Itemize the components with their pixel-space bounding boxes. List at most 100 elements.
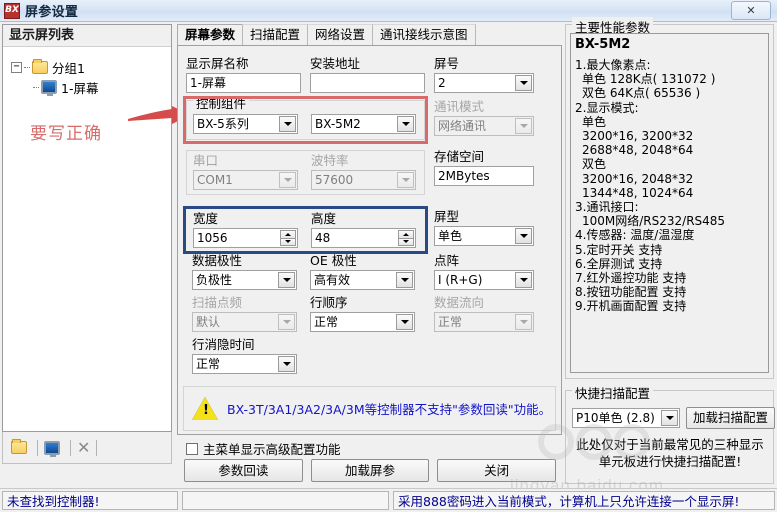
open-folder-icon[interactable] [11, 439, 27, 454]
warning-message: BX-3T/3A1/3A2/3A/3M等控制器不支持"参数回读"功能。 [227, 402, 552, 417]
chevron-down-icon [397, 172, 414, 188]
delete-screen-icon[interactable]: ✕ [77, 439, 90, 456]
close-button[interactable]: 关闭 [437, 459, 557, 482]
baud-rate-label: 波特率 [311, 153, 349, 168]
control-series-combo[interactable]: BX-5系列 [193, 114, 298, 134]
chevron-down-icon [515, 118, 532, 134]
tree-item-group[interactable]: − 分组1 [11, 57, 171, 77]
screen-parameters-form: 显示屏名称 1-屏幕 安装地址 屏号 2 控制组件 BX-5系列 BX-5M2 [177, 45, 562, 482]
screen-type-combo[interactable]: 单色 [434, 226, 534, 246]
serial-port-value: COM1 [197, 173, 233, 187]
row-blank-time-combo[interactable]: 正常 [192, 354, 297, 374]
quick-scan-config-group: 快捷扫描配置 P10单色 (2.8) 加载扫描配置 此处仅对于当前最常见的三种显… [565, 383, 776, 484]
chevron-down-icon[interactable] [515, 228, 532, 244]
perf-line: 单色 128K点( 131072 ) [582, 72, 716, 87]
oe-polarity-combo[interactable]: 高有效 [310, 270, 415, 290]
read-parameters-button[interactable]: 参数回读 [184, 459, 303, 482]
chevron-down-icon[interactable] [661, 410, 678, 426]
load-parameters-button[interactable]: 加载屏参 [310, 459, 430, 482]
tab-strip: 屏幕参数 扫描配置 网络设置 通讯接线示意图 [177, 24, 562, 45]
screen-name-input[interactable]: 1-屏幕 [186, 73, 301, 93]
field-storage-space: 存储空间 2MBytes [434, 149, 534, 186]
tab-network-settings[interactable]: 网络设置 [307, 24, 374, 45]
comm-mode-value: 网络通讯 [438, 119, 487, 133]
screen-type-label: 屏型 [434, 209, 460, 224]
warning-box: BX-3T/3A1/3A2/3A/3M等控制器不支持"参数回读"功能。 [183, 386, 556, 431]
advanced-config-checkbox[interactable] [186, 442, 198, 455]
field-row-blank-time: 行消隐时间 正常 [192, 337, 297, 374]
chevron-down-icon[interactable] [278, 272, 295, 288]
data-polarity-value: 负极性 [196, 273, 233, 287]
screen-list-header: 显示屏列表 [3, 25, 171, 47]
width-stepper[interactable] [280, 230, 296, 246]
dot-matrix-combo[interactable]: I (R+G) [434, 270, 534, 290]
field-screen-name: 显示屏名称 1-屏幕 [186, 56, 301, 93]
row-order-label: 行顺序 [310, 295, 348, 310]
field-data-flow: 数据流向 正常 [434, 295, 534, 332]
chevron-down-icon[interactable] [515, 272, 532, 288]
comm-mode-label: 通讯模式 [434, 99, 485, 114]
tab-scan-config[interactable]: 扫描配置 [242, 24, 309, 45]
install-address-input[interactable] [310, 73, 425, 93]
scan-preset-combo[interactable]: P10单色 (2.8) [572, 408, 680, 428]
oe-polarity-value: 高有效 [314, 273, 351, 287]
status-right: 采用888密码进入当前模式，计算机上只允许连接一个显示屏! [393, 491, 775, 510]
field-width: 宽度 1056 [193, 211, 298, 248]
field-scan-frequency: 扫描点频 默认 [192, 295, 297, 332]
oe-polarity-label: OE 极性 [310, 253, 357, 268]
expander-collapse-icon[interactable]: − [11, 61, 22, 73]
right-panel: 主要性能参数 BX-5M2 1.最大像素点: 单色 128K点( 131072 … [565, 17, 776, 484]
tab-screen-parameters[interactable]: 屏幕参数 [177, 24, 244, 45]
field-serial-port: 串口 COM1 [193, 153, 298, 190]
tree-item-group-label: 分组1 [52, 60, 85, 76]
height-label: 高度 [311, 211, 337, 226]
load-scan-config-button[interactable]: 加载扫描配置 [686, 407, 776, 429]
control-model-combo[interactable]: BX-5M2 [311, 114, 416, 134]
serial-port-combo: COM1 [193, 170, 298, 190]
size-group: 宽度 1056 高度 48 [186, 208, 425, 252]
close-window-button[interactable]: ✕ [731, 1, 771, 20]
row-blank-time-label: 行消隐时间 [192, 337, 255, 352]
tree-item-screen-label: 1-屏幕 [61, 80, 99, 96]
perf-line: 4.传感器: 温度/温湿度 [575, 228, 695, 243]
baud-rate-value: 57600 [315, 173, 354, 187]
chevron-down-icon[interactable] [279, 116, 296, 132]
advanced-config-checkbox-row[interactable]: 主菜单显示高级配置功能 [186, 439, 341, 458]
storage-space-input[interactable]: 2MBytes [434, 166, 534, 186]
window-title: 屏参设置 [25, 5, 79, 20]
form-button-row: 参数回读 加载屏参 关闭 [184, 459, 557, 482]
width-value: 1056 [197, 231, 228, 245]
perf-line: 6.全屏测试 支持 [575, 256, 663, 271]
add-screen-icon[interactable] [44, 440, 60, 457]
dot-matrix-label: 点阵 [434, 253, 460, 268]
tree-item-screen[interactable]: 1-屏幕 [11, 77, 171, 97]
perf-line: 1344*48, 1024*64 [582, 185, 694, 200]
tab-comm-wiring-diagram[interactable]: 通讯接线示意图 [372, 24, 476, 45]
perf-line: 7.红外遥控功能 支持 [575, 271, 687, 286]
monitor-icon [41, 80, 57, 96]
screen-number-combo[interactable]: 2 [434, 73, 534, 93]
field-install-address: 安装地址 [310, 56, 425, 93]
screen-number-label: 屏号 [434, 56, 460, 71]
row-blank-time-value: 正常 [196, 357, 221, 371]
data-flow-value: 正常 [438, 315, 463, 329]
width-input[interactable]: 1056 [193, 228, 298, 248]
data-polarity-label: 数据极性 [192, 253, 243, 268]
scan-frequency-combo: 默认 [192, 312, 297, 332]
height-input[interactable]: 48 [311, 228, 416, 248]
chevron-down-icon[interactable] [515, 75, 532, 91]
chevron-down-icon[interactable] [397, 116, 414, 132]
control-model-value: BX-5M2 [315, 117, 361, 131]
chevron-down-icon[interactable] [396, 272, 413, 288]
row-order-combo[interactable]: 正常 [310, 312, 415, 332]
scan-frequency-value: 默认 [196, 315, 221, 329]
chevron-down-icon[interactable] [278, 356, 295, 372]
chevron-down-icon[interactable] [396, 314, 413, 330]
perf-line: 双色 [582, 157, 607, 172]
data-polarity-combo[interactable]: 负极性 [192, 270, 297, 290]
main-performance-content: BX-5M2 1.最大像素点: 单色 128K点( 131072 ) 双色 64… [570, 33, 769, 373]
baud-rate-combo: 57600 [311, 170, 416, 190]
field-screen-type: 屏型 单色 [434, 209, 534, 246]
height-stepper[interactable] [398, 230, 414, 246]
control-series-value: BX-5系列 [197, 117, 249, 131]
